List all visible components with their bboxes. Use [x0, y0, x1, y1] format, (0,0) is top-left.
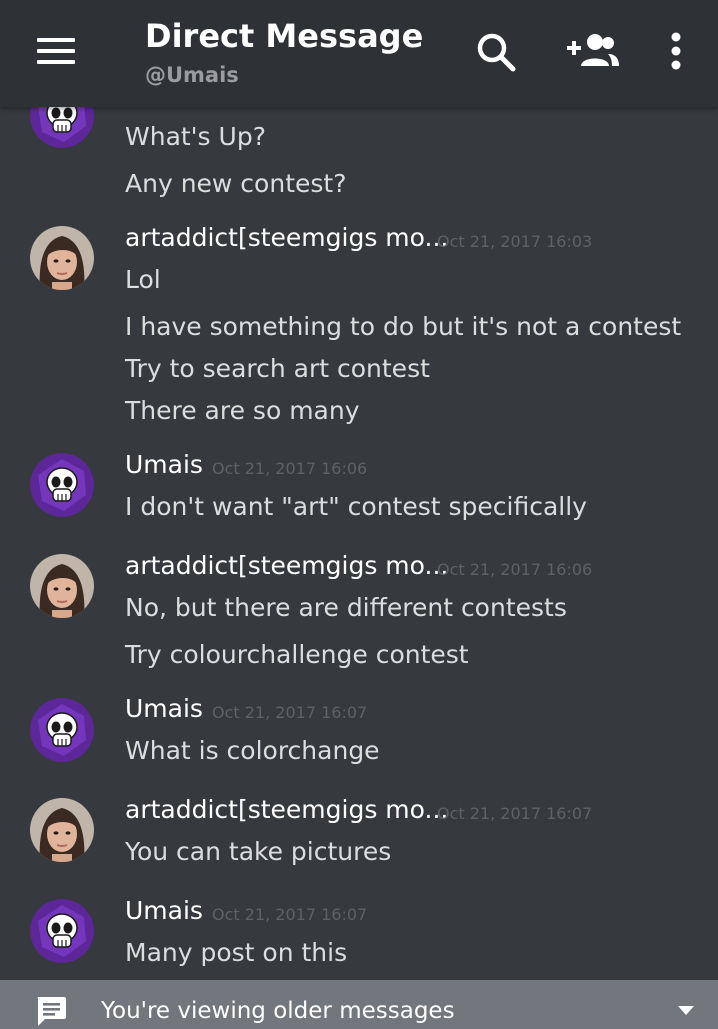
search-icon: [477, 33, 516, 72]
avatar-umais[interactable]: [30, 453, 94, 517]
add-friend-button[interactable]: [564, 32, 620, 68]
message-timestamp: Oct 21, 2017 16:03: [437, 232, 593, 251]
message-text: Try colourchallenge contest: [125, 640, 469, 669]
message-text: I don't want "art" contest specifically: [125, 492, 587, 521]
skull-avatar-image: [30, 698, 94, 762]
message-text: I have something to do but it's not a co…: [125, 312, 682, 341]
avatar-artaddict[interactable]: [30, 798, 94, 862]
message-author[interactable]: artaddict[steemgigs mo...: [125, 551, 448, 580]
avatar-artaddict[interactable]: [30, 226, 94, 290]
message-text: What's Up?: [125, 122, 266, 151]
message-list[interactable]: What's Up? Any new contest? artaddict[st…: [0, 0, 718, 1029]
page-title: Direct Message: [145, 17, 424, 55]
menu-icon[interactable]: [37, 36, 75, 66]
message-text: No, but there are different contests: [125, 593, 567, 622]
channel-username: @Umais: [145, 63, 239, 87]
message-author[interactable]: Umais: [125, 694, 203, 723]
skull-avatar-image: [30, 453, 94, 517]
message-text: Many post on this: [125, 938, 348, 967]
message-timestamp: Oct 21, 2017 16:07: [212, 703, 368, 722]
message-text: There are so many: [125, 396, 360, 425]
message-timestamp: Oct 21, 2017 16:06: [437, 560, 593, 579]
skull-avatar-image: [30, 899, 94, 963]
avatar-umais[interactable]: [30, 698, 94, 762]
search-button[interactable]: [474, 30, 518, 74]
message-author[interactable]: artaddict[steemgigs mo...: [125, 223, 448, 252]
profile-photo-image: [30, 226, 94, 290]
avatar-artaddict[interactable]: [30, 554, 94, 618]
message-text: What is colorchange: [125, 736, 380, 765]
message-text: Any new contest?: [125, 169, 347, 198]
more-options-button[interactable]: [664, 30, 688, 74]
profile-photo-image: [30, 554, 94, 618]
profile-photo-image: [30, 798, 94, 862]
message-timestamp: Oct 21, 2017 16:07: [212, 905, 368, 924]
message-timestamp: Oct 21, 2017 16:06: [212, 459, 368, 478]
message-timestamp: Oct 21, 2017 16:07: [437, 804, 593, 823]
message-author[interactable]: Umais: [125, 896, 203, 925]
message-text: Lol: [125, 265, 161, 294]
message-text: You can take pictures: [125, 837, 392, 866]
older-messages-bar[interactable]: You're viewing older messages: [0, 980, 718, 1029]
more-vertical-icon: [671, 32, 681, 70]
chat-icon: [37, 997, 66, 1026]
older-messages-text: You're viewing older messages: [101, 998, 455, 1024]
caret-down-icon[interactable]: [678, 1006, 694, 1016]
message-author[interactable]: Umais: [125, 450, 203, 479]
message-author[interactable]: artaddict[steemgigs mo...: [125, 795, 448, 824]
add-friend-icon: [567, 34, 619, 66]
avatar-umais[interactable]: [30, 899, 94, 963]
app-header: Direct Message @Umais: [0, 0, 718, 107]
message-text: Try to search art contest: [125, 354, 430, 383]
